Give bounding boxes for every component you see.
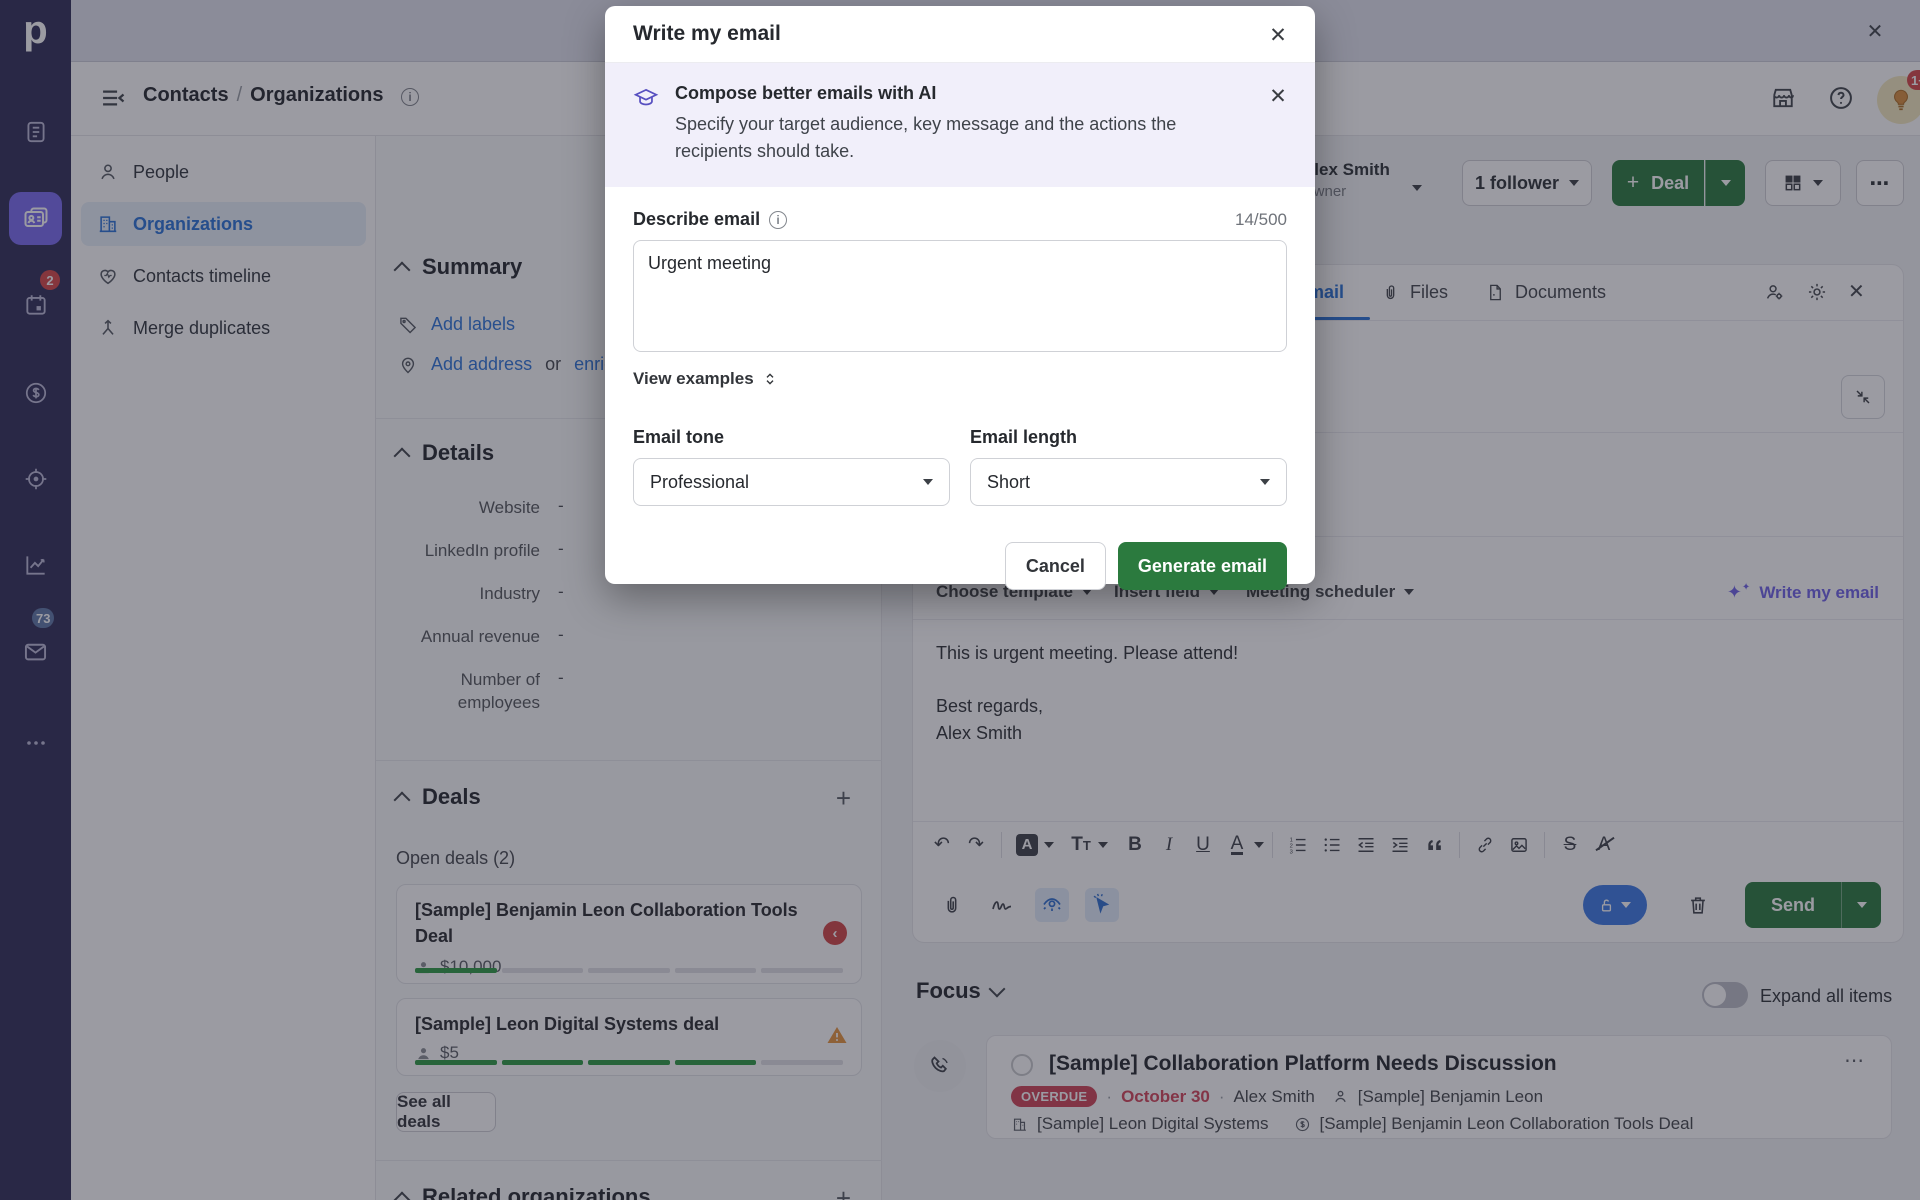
- write-email-modal: Write my email ✕ Compose better emails w…: [605, 6, 1315, 584]
- describe-info-icon[interactable]: i: [769, 211, 787, 229]
- chevron-updown-icon: [762, 371, 778, 387]
- email-length-select[interactable]: Short: [970, 458, 1287, 506]
- graduation-cap-icon: [633, 85, 659, 111]
- banner-close-icon[interactable]: ✕: [1263, 81, 1293, 111]
- describe-email-input[interactable]: Urgent meeting: [633, 240, 1287, 352]
- modal-title: Write my email: [633, 22, 781, 46]
- banner-title: Compose better emails with AI: [675, 83, 1255, 104]
- view-examples-button[interactable]: View examples: [633, 369, 1287, 389]
- modal-close-icon[interactable]: ✕: [1263, 20, 1293, 50]
- banner-description: Specify your target audience, key messag…: [675, 111, 1215, 165]
- generate-email-button[interactable]: Generate email: [1118, 542, 1287, 590]
- email-length-label: Email length: [970, 427, 1287, 448]
- email-tone-select[interactable]: Professional: [633, 458, 950, 506]
- modal-header: Write my email ✕: [605, 6, 1315, 63]
- app-screen: p 2 73 ✕: [0, 0, 1920, 1200]
- chevron-down-icon: [923, 479, 933, 485]
- char-counter: 14/500: [1235, 210, 1287, 230]
- describe-email-label: Describe email: [633, 209, 760, 230]
- cancel-button[interactable]: Cancel: [1005, 542, 1106, 590]
- chevron-down-icon: [1260, 479, 1270, 485]
- email-tone-label: Email tone: [633, 427, 950, 448]
- ai-info-banner: Compose better emails with AI Specify yo…: [605, 63, 1315, 187]
